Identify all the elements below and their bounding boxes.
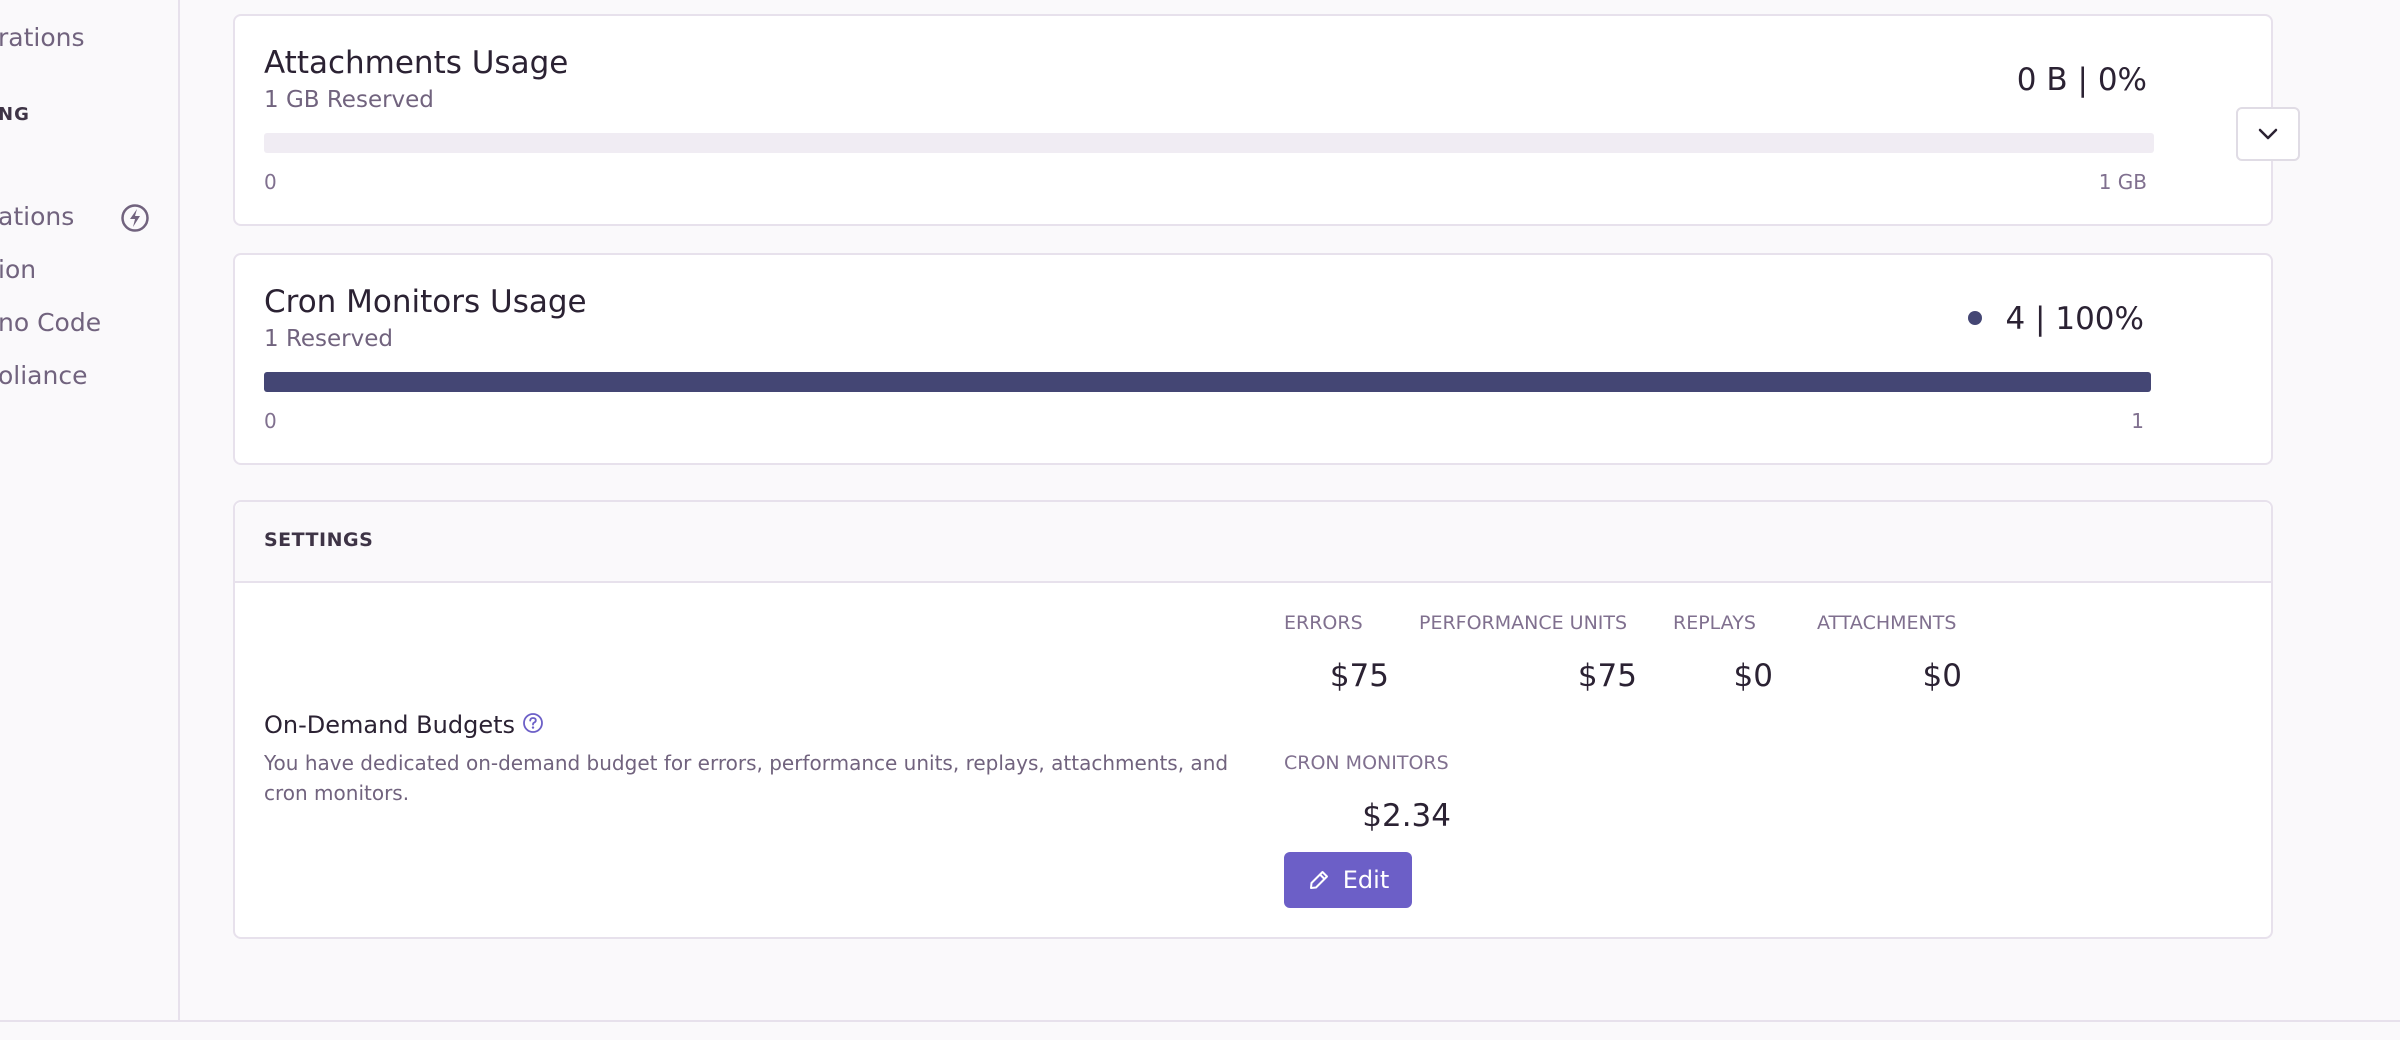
expand-button[interactable] xyxy=(2236,107,2300,161)
attachments-usage-bar xyxy=(264,133,2154,153)
cron-monitors-separator: | xyxy=(2035,301,2046,337)
errors-budget-label: ERRORS xyxy=(1284,612,1363,634)
errors-budget-value: $75 xyxy=(1329,658,1389,694)
attachments-separator: | xyxy=(2077,62,2088,98)
sidebar-item-subscriptions[interactable]: ations xyxy=(0,202,74,231)
edit-button[interactable]: Edit xyxy=(1284,852,1412,908)
attachments-usage-title: Attachments Usage xyxy=(264,45,569,81)
cron-monitors-budget-value: $2.34 xyxy=(1362,798,1451,834)
replays-budget-value: $0 xyxy=(1733,658,1773,694)
cron-monitors-usage-bar xyxy=(264,372,2151,392)
cron-monitors-tick-min: 0 xyxy=(264,409,277,433)
settings-title: SETTINGS xyxy=(264,529,374,551)
sidebar-item-promo-code[interactable]: no Code xyxy=(0,308,101,337)
sidebar-item-organization[interactable]: ion xyxy=(0,255,36,284)
performance-units-budget-value: $75 xyxy=(1577,658,1637,694)
attachments-budget-value: $0 xyxy=(1922,658,1962,694)
attachments-usage-percent: 0% xyxy=(2097,62,2147,98)
chevron-down-icon xyxy=(2258,128,2278,140)
performance-units-budget-label: PERFORMANCE UNITS xyxy=(1419,612,1628,634)
bottom-divider xyxy=(0,1020,2400,1022)
on-demand-budgets-description: You have dedicated on-demand budget for … xyxy=(264,751,1229,805)
usage-dot-icon xyxy=(1967,310,1982,325)
settings-header: SETTINGS xyxy=(235,502,2271,583)
attachments-tick-max: 1 GB xyxy=(2098,170,2147,194)
main-content: Attachments Usage 1 GB Reserved 0 B | 0%… xyxy=(180,0,2400,1040)
attachments-usage-value: 0 B xyxy=(2016,62,2068,98)
attachments-budget-label: ATTACHMENTS xyxy=(1817,612,1957,634)
cron-monitors-usage-title: Cron Monitors Usage xyxy=(264,284,587,320)
sidebar: rations NG ations ion no Code oliance xyxy=(0,0,180,1020)
edit-button-label: Edit xyxy=(1342,866,1390,894)
cron-monitors-usage-value: 4 xyxy=(2005,301,2026,337)
sidebar-section-heading: NG xyxy=(0,104,30,125)
cron-monitors-usage-percent: 100% xyxy=(2055,301,2144,337)
cron-monitors-usage-card: Cron Monitors Usage 1 Reserved 4 | 100% … xyxy=(233,253,2273,465)
settings-card: SETTINGS On-Demand Budgets You have dedi… xyxy=(233,500,2273,939)
cron-monitors-usage-stat: 4 | 100% xyxy=(1967,301,2144,337)
on-demand-budgets-title: On-Demand Budgets xyxy=(264,711,515,739)
attachments-usage-stat: 0 B | 0% xyxy=(2017,62,2147,98)
attachments-tick-min: 0 xyxy=(264,170,277,194)
replays-budget-label: REPLAYS xyxy=(1673,612,1756,634)
cron-monitors-reserved-label: 1 Reserved xyxy=(264,326,393,352)
attachments-usage-card: Attachments Usage 1 GB Reserved 0 B | 0%… xyxy=(233,14,2300,226)
attachments-reserved-label: 1 GB Reserved xyxy=(264,87,434,113)
cron-monitors-tick-max: 1 xyxy=(2131,409,2144,433)
cron-monitors-budget-label: CRON MONITORS xyxy=(1284,752,1449,774)
pencil-icon xyxy=(1309,871,1328,889)
sidebar-item-compliance[interactable]: oliance xyxy=(0,361,87,390)
sidebar-item-integrations[interactable]: rations xyxy=(0,23,85,52)
cron-monitors-usage-bar-fill xyxy=(264,372,2151,392)
lightning-bolt-icon xyxy=(121,204,149,232)
help-icon[interactable] xyxy=(522,712,544,734)
